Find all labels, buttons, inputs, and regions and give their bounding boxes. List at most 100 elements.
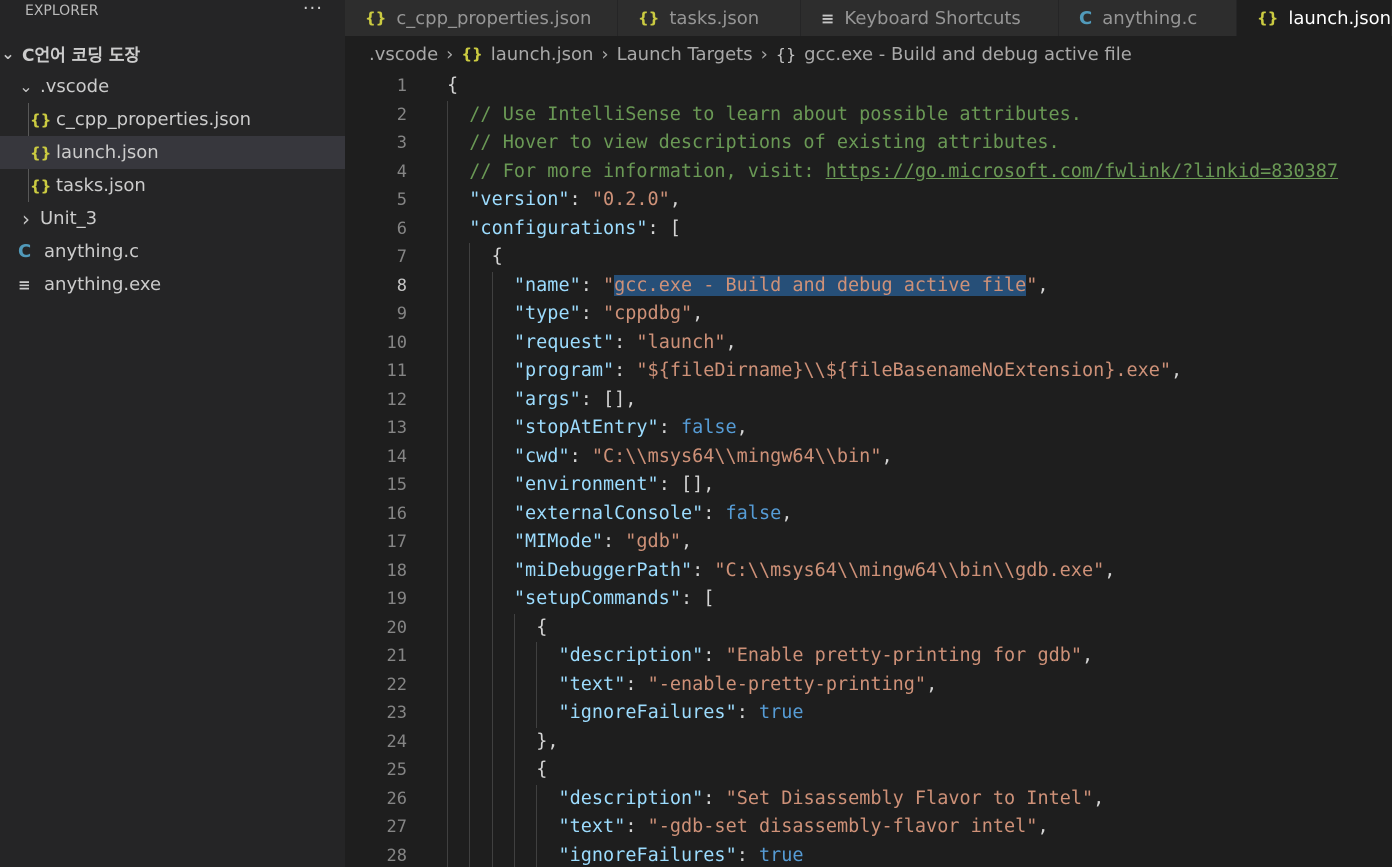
code-token: "description" [558,787,704,809]
code-line[interactable]: 10 "request": "launch", [345,328,1392,358]
line-number: 27 [386,817,407,837]
indent-guide [469,471,471,500]
indent-guide [447,699,448,728]
code-line[interactable]: 27 "text": "-gdb-set disassembly-flavor i… [345,813,1392,842]
code-token: "-enable-pretty-printing" [647,673,927,695]
code-token: : [625,673,648,695]
indent-guide [469,414,471,443]
breadcrumb-file[interactable]: launch.json [491,44,594,65]
indent-guide [447,100,448,129]
indent-guide [447,243,448,272]
tab-tasks-json[interactable]: {} tasks.json [618,0,801,36]
indent-guide [536,699,538,728]
code-token: "configurations" [469,217,648,239]
indent-guide [469,442,471,471]
code-line[interactable]: 8 "name": "gcc.exe - Build and debug acti… [345,271,1392,300]
code-token: "request" [513,331,615,353]
code-line[interactable]: 6 "configurations": [ [345,214,1392,243]
code-line[interactable]: 26 "description": "Set Disassembly Flavor… [345,784,1392,813]
tree-item-anything-c[interactable]: Canything.c [0,235,345,268]
code-line[interactable]: 23 "ignoreFailures": true [345,699,1392,728]
line-number: 28 [386,845,407,866]
code-line[interactable]: 5 "version": "0.2.0", [345,186,1392,215]
code-text: // For more information, visit: https://… [469,158,1338,187]
code-text: "version": "0.2.0", [469,186,681,215]
indent-guide [491,756,493,785]
code-token: , [1104,559,1116,581]
code-line[interactable]: 1{ [345,72,1392,101]
tree-item-c-[interactable]: ⌄ C언어 코딩 도장 [0,37,345,70]
code-text: "environment": [], [514,471,715,500]
code-line[interactable]: 14 "cwd": "C:\\msys64\\mingw64\\bin", [345,442,1392,472]
indent-guide [469,613,471,642]
breadcrumb-folder[interactable]: .vscode [369,44,438,65]
code-line[interactable]: 12 "args": [], [345,385,1392,414]
code-editor[interactable]: 1{2// Use IntelliSense to learn about po… [345,72,1392,867]
code-text: "cwd": "C:\\msys64\\mingw64\\bin", [514,443,893,472]
code-line[interactable]: 20 { [345,613,1392,642]
code-line[interactable]: 15 "environment": [], [345,471,1392,500]
tree-item-launch-json[interactable]: {} launch.json [0,136,345,169]
code-line[interactable]: 4 // For more information, visit: https:/… [345,157,1392,187]
code-token: , [781,502,793,524]
code-line[interactable]: 2 // Use IntelliSense to learn about poss… [345,100,1392,129]
tree-item--vscode[interactable]: ⌄ .vscode [0,70,345,103]
code-line[interactable]: 24}, [345,727,1392,756]
code-line[interactable]: 21 "description": "Enable pretty-printing… [345,642,1392,671]
tree-item-unit-3[interactable]: › Unit_3 [0,202,345,235]
code-line[interactable]: 3 // Hover to view descriptions of existi… [345,129,1392,158]
tree-item-tasks-json[interactable]: {} tasks.json [0,169,345,202]
tree-item-label: anything.c [44,241,140,262]
code-token: "environment" [513,474,659,495]
json-icon: {} [30,110,52,129]
object-icon: {} [775,44,797,64]
more-actions-icon[interactable]: ··· [303,0,323,18]
code-line[interactable]: 18 "miDebuggerPath": "C:\\msys64\\mingw64… [345,556,1392,585]
line-number: 6 [396,218,407,239]
code-line[interactable]: 25 { [345,756,1392,785]
line-number: 2 [396,104,407,125]
code-link[interactable]: https://go.microsoft.com/fwlink/?linkid=… [826,161,1338,182]
line-number: 11 [386,361,407,381]
tree-item-anything-exe[interactable]: ≡ anything.exe [0,268,345,301]
breadcrumb: .vscode › {} launch.json › Launch Target… [345,36,1392,72]
tab-label: launch.json [1288,7,1392,29]
tab-label: Keyboard Shortcuts [844,7,1021,29]
code-line[interactable]: 11 "program": "${fileDirname}\\${fileBase… [345,357,1392,386]
tab-c-cpp-properties-json[interactable]: {} c_cpp_properties.json [345,0,618,36]
indent-guide [469,727,471,756]
code-line[interactable]: 17 "MIMode": "gdb", [345,528,1392,557]
indent-guide [491,499,493,528]
code-line[interactable]: 28 "ignoreFailures": true [345,841,1392,867]
indent-guide [491,670,493,699]
code-line[interactable]: 13 "stopAtEntry": false, [345,414,1392,443]
line-number: 13 [386,418,407,438]
code-line[interactable]: 22 "text": "-enable-pretty-printing", [345,670,1392,700]
line-number: 22 [386,674,407,695]
code-token: "stopAtEntry" [513,417,659,438]
line-number: 20 [386,617,407,638]
code-line[interactable]: 16 "externalConsole": false, [345,499,1392,528]
code-token: "miDebuggerPath" [513,559,693,581]
tree-item-c-cpp-properties-json[interactable]: {} c_cpp_properties.json [0,103,345,136]
code-line[interactable]: 7{ [345,243,1392,272]
code-token: : [736,844,759,866]
code-token: , [680,531,693,552]
code-line[interactable]: 9 "type": "cppdbg", [345,300,1392,329]
code-token: "description" [558,645,704,666]
indent-guide [447,613,448,642]
tab-keyboard-shortcuts[interactable]: ≡ Keyboard Shortcuts [801,0,1059,36]
code-text: "text": "-enable-pretty-printing", [559,671,938,700]
breadcrumb-item[interactable]: gcc.exe - Build and debug active file [804,44,1132,65]
code-token: : [614,360,637,381]
indent-guide [513,784,515,813]
indent-guide [513,613,515,642]
tab-anything-c[interactable]: Canything.c [1059,0,1237,36]
breadcrumb-section[interactable]: Launch Targets [617,44,753,65]
code-text: "request": "launch", [514,329,737,358]
code-text: "ignoreFailures": true [559,842,804,867]
tab-launch-json[interactable]: {} launch.json [1237,0,1392,36]
code-line[interactable]: 19 "setupCommands": [ [345,585,1392,614]
code-token: "Set Disassembly Flavor to Intel" [725,787,1094,809]
code-token: , [926,673,938,695]
